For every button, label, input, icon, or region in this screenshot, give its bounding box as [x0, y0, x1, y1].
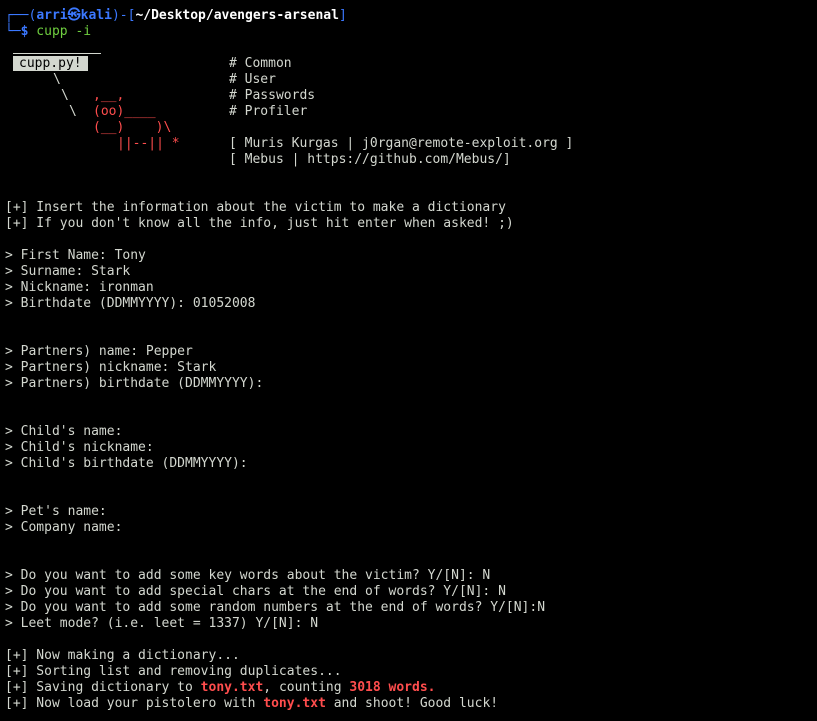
pet-name: > Pet's name:	[5, 504, 107, 519]
partner-birthdate: > Partners) birthdate (DDMMYYYY):	[5, 376, 264, 391]
intro-line-1: [+] Insert the information about the vic…	[5, 200, 506, 215]
prompt-path: ~/Desktop/avengers-arsenal	[135, 8, 339, 23]
victim-first-name: > First Name: Tony	[5, 248, 146, 263]
word-count: 3018 words.	[349, 680, 436, 695]
question-keywords: > Do you want to add some key words abou…	[5, 568, 491, 583]
logo-line-1: \	[53, 72, 61, 87]
partner-name: > Partners) name: Pepper	[5, 344, 193, 359]
logo-badge: cupp.py!	[13, 56, 88, 72]
info-author-1: [ Muris Kurgas | j0rgan@remote-exploit.o…	[229, 136, 574, 151]
result-saving: [+] Saving dictionary to tony.txt, count…	[5, 680, 435, 696]
victim-nickname: > Nickname: ironman	[5, 280, 154, 295]
command-text: cupp -i	[28, 24, 92, 39]
result-making: [+] Now making a dictionary...	[5, 648, 240, 663]
result-saving-mid: , counting	[263, 680, 350, 695]
terminal-window[interactable]: ┌──(arri㉿kali)-[~/Desktop/avengers-arsen…	[0, 0, 817, 721]
question-special-chars: > Do you want to add special chars at th…	[5, 584, 506, 599]
info-profiler: # Profiler	[229, 104, 308, 119]
logo-line-3: \	[69, 104, 77, 119]
cow-eyes: (oo)____	[93, 104, 156, 119]
prompt-line: ┌──(arri㉿kali)-[~/Desktop/avengers-arsen…	[5, 8, 347, 24]
info-passwords: # Passwords	[229, 88, 316, 103]
output-filename-2: tony.txt	[263, 696, 326, 711]
result-load-suffix: and shoot! Good luck!	[325, 696, 499, 711]
result-sorting: [+] Sorting list and removing duplicates…	[5, 664, 342, 679]
prompt-at-icon: ㉿	[67, 8, 81, 23]
logo-line-2: \	[61, 88, 69, 103]
company-name: > Company name:	[5, 520, 123, 535]
prompt-user: arri	[36, 8, 68, 23]
child-name: > Child's name:	[5, 424, 123, 439]
result-load-prefix: [+] Now load your pistolero with	[5, 696, 264, 711]
prompt-corner-bottom: └─	[5, 24, 21, 39]
intro-line-2: [+] If you don't know all the info, just…	[5, 216, 514, 231]
result-saving-prefix: [+] Saving dictionary to	[5, 680, 201, 695]
info-author-2: [ Mebus | https://github.com/Mebus/]	[229, 152, 511, 167]
child-nickname: > Child's nickname:	[5, 440, 154, 455]
prompt-sep-close: ]	[338, 8, 347, 23]
badge-overline	[13, 53, 101, 54]
victim-surname: > Surname: Stark	[5, 264, 131, 279]
prompt-host: kali	[80, 8, 112, 23]
question-random-numbers: > Do you want to add some random numbers…	[5, 600, 546, 615]
command-line: └─$ cupp -i	[5, 24, 91, 40]
info-user: # User	[229, 72, 276, 87]
cow-legs: ||--|| *	[117, 136, 180, 151]
prompt-corner-top: ┌──(	[5, 8, 37, 23]
output-filename: tony.txt	[200, 680, 264, 695]
child-birthdate: > Child's birthdate (DDMMYYYY):	[5, 456, 248, 471]
prompt-sep-open: )-[	[111, 8, 136, 23]
victim-birthdate: > Birthdate (DDMMYYYY): 01052008	[5, 296, 256, 311]
cow-ears: ,__,	[93, 88, 125, 103]
cow-body: (__) )\	[93, 120, 172, 135]
question-leet-mode: > Leet mode? (i.e. leet = 1337) Y/[N]: N	[5, 616, 319, 631]
partner-nickname: > Partners) nickname: Stark	[5, 360, 217, 375]
info-common: # Common	[229, 56, 292, 71]
result-load: [+] Now load your pistolero with tony.tx…	[5, 696, 498, 712]
